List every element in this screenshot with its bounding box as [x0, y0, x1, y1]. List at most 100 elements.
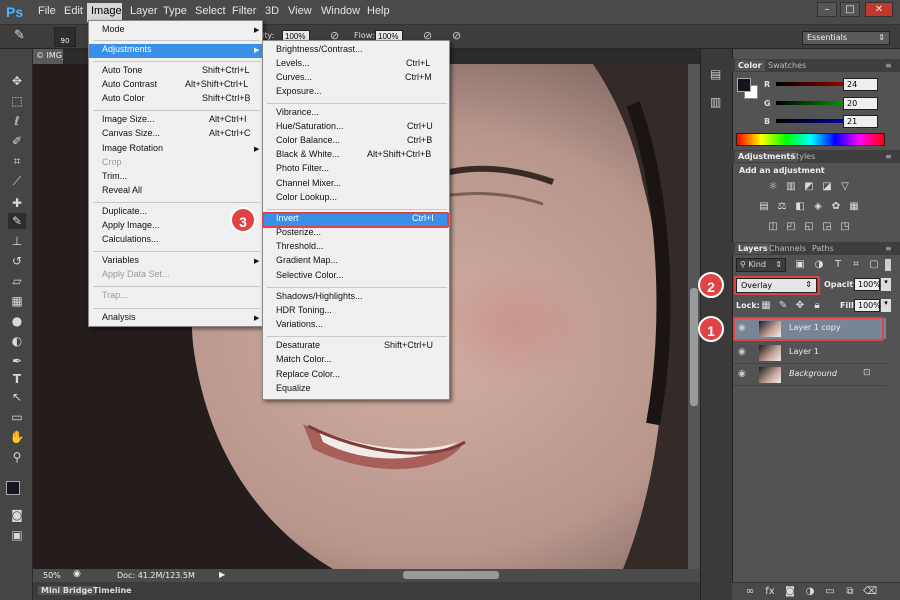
menu-view[interactable]: View [288, 5, 312, 17]
filter-smart-object-icon[interactable]: ▢ [867, 259, 881, 271]
levels-icon[interactable]: ▥ [784, 181, 798, 193]
lock-transparent-icon[interactable]: ▦ [759, 300, 773, 312]
adjustments-item-match-color[interactable]: Match Color... [263, 354, 449, 368]
adjustments-item-black-white[interactable]: Black & White... Alt+Shift+Ctrl+B [263, 149, 449, 163]
image-menu-item-variables[interactable]: Variables ▶ [89, 255, 262, 269]
document-tab[interactable]: © IMG_031 [33, 49, 63, 64]
layer-fill-field[interactable]: 100% [854, 299, 881, 312]
gradient-tool-icon[interactable]: ▦ [8, 293, 26, 309]
menu-help[interactable]: Help [367, 5, 390, 17]
layer-filter-select[interactable]: ⚲ Kind ⇕ [736, 258, 786, 272]
adjustments-item-color-lookup[interactable]: Color Lookup... [263, 192, 449, 206]
adjustments-item-gradient-map[interactable]: Gradient Map... [263, 255, 449, 269]
adjustments-item-levels[interactable]: Levels... Ctrl+L [263, 58, 449, 72]
adjustments-item-hdr-toning[interactable]: HDR Toning... [263, 305, 449, 319]
image-menu-item-image-rotation[interactable]: Image Rotation ▶ [89, 143, 262, 157]
hand-tool-icon[interactable]: ✋ [8, 429, 26, 445]
properties-panel-icon[interactable]: ▥ [710, 95, 721, 109]
move-tool-icon[interactable]: ✥ [8, 73, 26, 89]
crop-tool-icon[interactable]: ⌗ [8, 153, 26, 169]
blur-tool-icon[interactable]: ● [8, 313, 26, 329]
zoom-tool-icon[interactable]: ⚲ [8, 449, 26, 465]
panel-menu-icon[interactable]: ≡ [882, 243, 895, 254]
adjustments-item-shadows-highlights[interactable]: Shadows/Highlights... [263, 291, 449, 305]
brush-tool-icon[interactable]: ✎ [14, 28, 25, 43]
black-white-icon[interactable]: ◧ [793, 201, 807, 213]
hue-saturation-icon[interactable]: ▤ [757, 201, 771, 213]
eyedropper-tool-icon[interactable]: ⟋ [8, 173, 26, 189]
adjustments-item-desaturate[interactable]: Desaturate Shift+Ctrl+U [263, 340, 449, 354]
tab-paths[interactable]: Paths [809, 243, 837, 254]
layer-style-icon[interactable]: fx [763, 586, 777, 598]
threshold-icon[interactable]: ◱ [802, 221, 816, 233]
status-menu-icon[interactable]: ◉ [73, 569, 81, 579]
horizontal-scroll-thumb[interactable] [403, 571, 499, 579]
image-menu-item-auto-color[interactable]: Auto Color Shift+Ctrl+B [89, 93, 262, 107]
color-foreground-swatch[interactable] [737, 78, 751, 92]
panel-menu-icon[interactable]: ≡ [882, 60, 895, 71]
filter-pixel-icon[interactable]: ▣ [793, 259, 807, 271]
opacity-dropdown-icon[interactable]: ▾ [881, 278, 891, 291]
brightness-contrast-icon[interactable]: ☼ [766, 181, 780, 193]
image-menu-item-adjustments[interactable]: Adjustments ▶ [89, 44, 262, 58]
brush-size-preset[interactable]: 90 [54, 27, 76, 47]
workspace-switcher[interactable]: Essentials ⇕ [802, 31, 890, 45]
menu-type[interactable]: Type [163, 5, 187, 17]
adjustments-item-curves[interactable]: Curves... Ctrl+M [263, 72, 449, 86]
menu-select[interactable]: Select [195, 5, 226, 17]
adjustments-item-replace-color[interactable]: Replace Color... [263, 369, 449, 383]
image-menu-item-calculations[interactable]: Calculations... [89, 234, 262, 248]
trash-icon[interactable]: ⌫ [863, 586, 877, 598]
adjustments-item-color-balance[interactable]: Color Balance... Ctrl+B [263, 135, 449, 149]
menu-filter[interactable]: Filter [232, 5, 256, 17]
link-layers-icon[interactable]: ∞ [743, 586, 757, 598]
lock-position-icon[interactable]: ✥ [793, 300, 807, 312]
tab-mini-bridge[interactable]: Mini Bridge [38, 586, 96, 595]
selective-color-icon[interactable]: ◳ [838, 221, 852, 233]
fill-dropdown-icon[interactable]: ▾ [881, 299, 891, 312]
image-menu-item-trim[interactable]: Trim... [89, 171, 262, 185]
menu-layer[interactable]: Layer [130, 5, 158, 17]
posterize-icon[interactable]: ◰ [784, 221, 798, 233]
red-value[interactable]: 24 [843, 78, 878, 91]
marquee-tool-icon[interactable]: ⬚ [8, 93, 26, 109]
layer-row-background[interactable]: ◉ Background ⊡ [733, 364, 886, 386]
brush-tool-icon[interactable]: ✎ [8, 213, 26, 229]
filter-adjustment-icon[interactable]: ◑ [812, 259, 826, 271]
pressure-size-icon[interactable]: ⊘ [452, 29, 461, 42]
adjustments-item-hue-saturation[interactable]: Hue/Saturation... Ctrl+U [263, 121, 449, 135]
menu-edit[interactable]: Edit [64, 5, 83, 17]
add-mask-icon[interactable]: ◙ [783, 586, 797, 598]
rectangle-tool-icon[interactable]: ▭ [8, 409, 26, 425]
adjustments-item-exposure[interactable]: Exposure... [263, 86, 449, 100]
image-menu-item-auto-tone[interactable]: Auto Tone Shift+Ctrl+L [89, 65, 262, 79]
lock-all-icon[interactable]: 🔒︎ [810, 300, 824, 312]
layer-opacity-field[interactable]: 100% [854, 278, 881, 291]
minimize-button[interactable]: – [817, 2, 837, 17]
layer-row-layer-1[interactable]: ◉ Layer 1 [733, 342, 886, 364]
adjustments-item-variations[interactable]: Variations... [263, 319, 449, 333]
lasso-tool-icon[interactable]: ℓ [8, 113, 26, 129]
menu-3d[interactable]: 3D [265, 5, 279, 17]
exposure-icon[interactable]: ◪ [820, 181, 834, 193]
status-arrow-icon[interactable]: ▶ [219, 570, 225, 579]
color-lookup-icon[interactable]: ▦ [847, 201, 861, 213]
foreground-color-swatch[interactable] [6, 481, 20, 495]
filter-toggle[interactable] [885, 259, 891, 271]
gradient-map-icon[interactable]: ◲ [820, 221, 834, 233]
channel-mixer-icon[interactable]: ✿ [829, 201, 843, 213]
tab-styles[interactable]: Styles [788, 151, 818, 162]
history-brush-tool-icon[interactable]: ↺ [8, 253, 26, 269]
panel-menu-icon[interactable]: ≡ [882, 151, 895, 162]
adjustments-item-photo-filter[interactable]: Photo Filter... [263, 163, 449, 177]
invert-icon[interactable]: ◫ [766, 221, 780, 233]
screen-mode-icon[interactable]: ▣ [8, 527, 26, 543]
image-menu-item-canvas-size[interactable]: Canvas Size... Alt+Ctrl+C [89, 128, 262, 142]
new-adjustment-icon[interactable]: ◑ [803, 586, 817, 598]
curves-icon[interactable]: ◩ [802, 181, 816, 193]
dodge-tool-icon[interactable]: ◐ [8, 333, 26, 349]
quick-select-tool-icon[interactable]: ✐ [8, 133, 26, 149]
menu-window[interactable]: Window [321, 5, 360, 17]
quick-mask-icon[interactable]: ◙ [8, 507, 26, 523]
eye-icon[interactable]: ◉ [738, 347, 746, 357]
